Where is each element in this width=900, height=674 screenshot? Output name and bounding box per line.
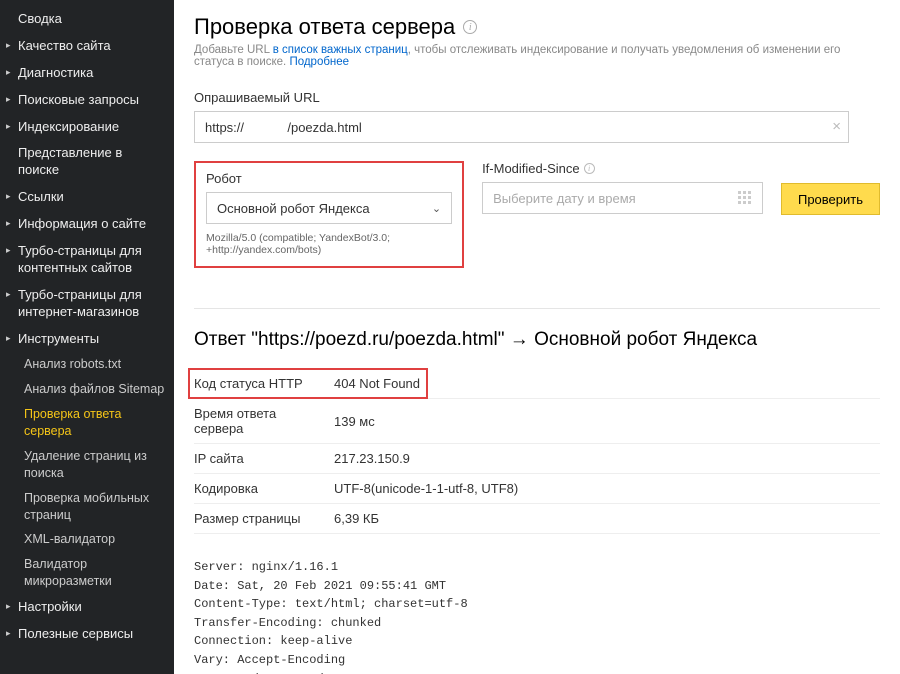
sidebar-item[interactable]: Представление в поиске <box>0 140 174 184</box>
sidebar-item[interactable]: ▸Поисковые запросы <box>0 87 174 114</box>
result-value: 139 мс <box>334 399 880 444</box>
info-icon[interactable]: i <box>463 20 477 34</box>
result-heading: Ответ "https://poezd.ru/poezda.html" → О… <box>194 329 880 351</box>
sidebar-item[interactable]: ▸Ссылки <box>0 184 174 211</box>
page-title: Проверка ответа сервера i <box>194 14 880 40</box>
ifmod-placeholder: Выберите дату и время <box>493 191 636 206</box>
main-content: Проверка ответа сервера i Добавьте URL в… <box>174 0 900 674</box>
result-value: 404 Not Found <box>334 369 880 399</box>
robot-select[interactable]: Основной робот Яндекса ⌄ <box>206 192 452 224</box>
result-key: Размер страницы <box>194 504 334 534</box>
url-label: Опрашиваемый URL <box>194 90 880 105</box>
result-key: Время ответа сервера <box>194 399 334 444</box>
important-pages-link[interactable]: в список важных страниц <box>273 44 408 56</box>
result-key: Кодировка <box>194 474 334 504</box>
sidebar-item[interactable]: ▸Диагностика <box>0 60 174 87</box>
sidebar-item[interactable]: ▸Турбо-страницы для контентных сайтов <box>0 238 174 282</box>
result-key: Код статуса HTTP <box>194 369 334 399</box>
result-value: UTF-8(unicode-1-1-utf-8, UTF8) <box>334 474 880 504</box>
sidebar-subitem[interactable]: Валидатор микроразметки <box>0 552 174 594</box>
user-agent-string: Mozilla/5.0 (compatible; YandexBot/3.0; … <box>206 232 452 256</box>
ifmod-date-input[interactable]: Выберите дату и время <box>482 182 763 214</box>
result-key: IP сайта <box>194 444 334 474</box>
page-title-text: Проверка ответа сервера <box>194 14 455 40</box>
sidebar-subitem[interactable]: Анализ robots.txt <box>0 352 174 377</box>
chevron-right-icon: ▸ <box>6 121 11 133</box>
response-headers: Server: nginx/1.16.1 Date: Sat, 20 Feb 2… <box>194 558 880 674</box>
chevron-right-icon: ▸ <box>6 333 11 345</box>
sidebar-subitem[interactable]: Анализ файлов Sitemap <box>0 377 174 402</box>
result-row: Размер страницы6,39 КБ <box>194 504 880 534</box>
robot-section-highlight: Робот Основной робот Яндекса ⌄ Mozilla/5… <box>194 161 464 268</box>
sidebar-item[interactable]: ▸Информация о сайте <box>0 211 174 238</box>
robot-label: Робот <box>206 171 452 186</box>
sidebar-item[interactable]: ▸Качество сайта <box>0 33 174 60</box>
ifmod-label: If-Modified-Since i <box>482 161 763 176</box>
result-row: КодировкаUTF-8(unicode-1-1-utf-8, UTF8) <box>194 474 880 504</box>
result-value: 217.23.150.9 <box>334 444 880 474</box>
sidebar-item[interactable]: ▸Индексирование <box>0 114 174 141</box>
sidebar-subitem[interactable]: Проверка мобильных страниц <box>0 486 174 528</box>
sidebar-item[interactable]: ▸Настройки <box>0 594 174 621</box>
robot-select-value: Основной робот Яндекса <box>217 201 370 216</box>
chevron-down-icon: ⌄ <box>432 202 441 215</box>
sidebar-subitem[interactable]: Удаление страниц из поиска <box>0 444 174 486</box>
sidebar: Сводка▸Качество сайта▸Диагностика▸Поиско… <box>0 0 174 674</box>
sidebar-item[interactable]: ▸Турбо-страницы для интернет-магазинов <box>0 282 174 326</box>
chevron-right-icon: ▸ <box>6 628 11 640</box>
result-row: Время ответа сервера139 мс <box>194 399 880 444</box>
sidebar-item[interactable]: ▸Полезные сервисы <box>0 621 174 648</box>
result-row: Код статуса HTTP404 Not Found <box>194 369 880 399</box>
chevron-right-icon: ▸ <box>6 218 11 230</box>
chevron-right-icon: ▸ <box>6 40 11 52</box>
result-value: 6,39 КБ <box>334 504 880 534</box>
chevron-right-icon: ▸ <box>6 601 11 613</box>
sidebar-item[interactable]: Сводка <box>0 6 174 33</box>
chevron-right-icon: ▸ <box>6 67 11 79</box>
url-input[interactable] <box>194 111 849 143</box>
result-row: IP сайта217.23.150.9 <box>194 444 880 474</box>
sidebar-item[interactable]: ▸Инструменты <box>0 326 174 353</box>
chevron-right-icon: ▸ <box>6 289 11 301</box>
chevron-right-icon: ▸ <box>6 191 11 203</box>
calendar-icon <box>738 191 752 205</box>
clear-icon[interactable]: × <box>832 118 841 135</box>
result-table: Код статуса HTTP404 Not FoundВремя ответ… <box>194 369 880 534</box>
page-subtitle: Добавьте URL в список важных страниц, чт… <box>194 44 880 68</box>
chevron-right-icon: ▸ <box>6 94 11 106</box>
learn-more-link[interactable]: Подробнее <box>289 56 349 68</box>
sidebar-subitem[interactable]: XML-валидатор <box>0 527 174 552</box>
divider <box>194 308 880 309</box>
sidebar-subitem[interactable]: Проверка ответа сервера <box>0 402 174 444</box>
check-button[interactable]: Проверить <box>781 183 880 215</box>
chevron-right-icon: ▸ <box>6 245 11 257</box>
info-icon[interactable]: i <box>584 163 595 174</box>
